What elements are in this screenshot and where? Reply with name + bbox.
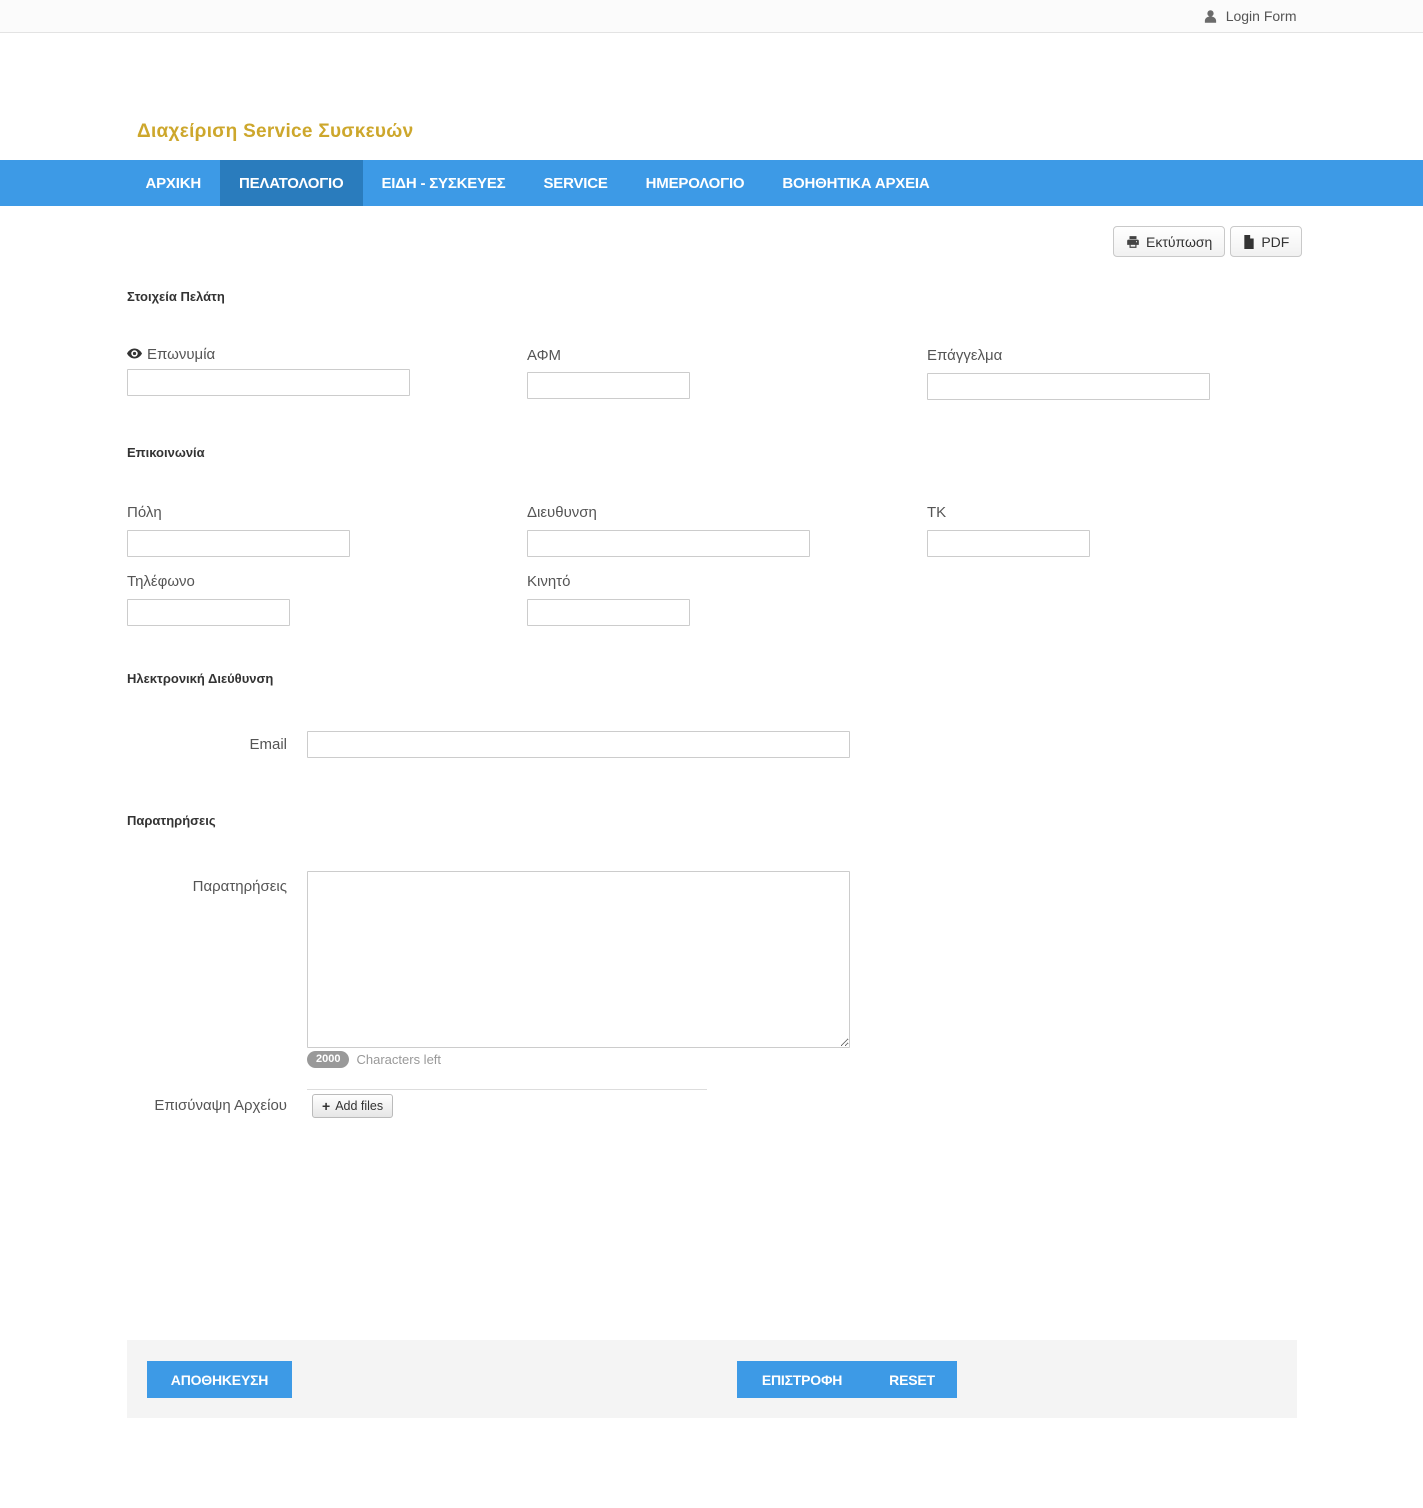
phone-label: Τηλέφωνο [127,573,195,590]
city-label: Πόλη [127,504,162,521]
company-input[interactable] [127,369,410,396]
notes-textarea[interactable] [307,871,850,1048]
phone-input[interactable] [127,599,290,626]
file-pdf-icon [1243,235,1255,249]
pdf-button[interactable]: PDF [1230,226,1302,257]
city-input[interactable] [127,530,350,557]
postal-code-label: ΤΚ [927,504,946,521]
company-label: Επωνυμία [127,346,215,363]
nav-item-devices[interactable]: ΕΙΔΗ - ΣΥΣΚΕΥΕΣ [363,160,525,206]
eye-icon [127,346,142,363]
plus-icon: + [322,1099,330,1113]
doc-buttons: Εκτύπωση PDF [1113,226,1302,257]
mobile-label: Κινητό [527,573,570,590]
nav-item-aux-files[interactable]: ΒΟΗΘΗΤΙΚΑ ΑΡΧΕΙΑ [763,160,948,206]
section-title-email: Ηλεκτρονική Διεύθυνση [127,671,273,686]
notes-label: Παρατηρήσεις [127,878,287,895]
profession-input[interactable] [927,373,1210,400]
nav-item-calendar[interactable]: ΗΜΕΡΟΛΟΓΙΟ [627,160,764,206]
mobile-input[interactable] [527,599,690,626]
address-label: Διευθυνση [527,504,597,521]
login-form-label: Login Form [1226,8,1297,24]
reset-button[interactable]: RESET [867,1361,957,1398]
address-input[interactable] [527,530,810,557]
afm-label: ΑΦΜ [527,347,561,364]
chars-left-badge: 2000 [307,1051,349,1068]
page-title: Διαχείριση Service Συσκευών [137,121,414,143]
chars-left-text: Characters left [356,1052,441,1067]
postal-code-input[interactable] [927,530,1090,557]
attachment-label: Επισύναψη Αρχείου [127,1097,287,1114]
nav-item-service[interactable]: SERVICE [524,160,626,206]
print-button[interactable]: Εκτύπωση [1113,226,1225,257]
main-nav: ΑΡΧΙΚΗ ΠΕΛΑΤΟΛΟΓΙΟ ΕΙΔΗ - ΣΥΣΚΕΥΕΣ SERVI… [0,160,1423,206]
profession-label: Επάγγελμα [927,347,1002,364]
login-form-link[interactable]: Login Form [1203,8,1297,24]
afm-input[interactable] [527,372,690,399]
email-label: Email [127,736,287,753]
add-files-button[interactable]: + Add files [312,1094,393,1118]
nav-item-home[interactable]: ΑΡΧΙΚΗ [127,160,220,206]
email-input[interactable] [307,731,850,758]
pdf-button-label: PDF [1261,234,1289,250]
section-title-contact: Επικοινωνία [127,445,205,460]
add-files-label: Add files [335,1099,383,1113]
attachment-divider [307,1089,707,1090]
topbar: Login Form [0,0,1423,33]
print-button-label: Εκτύπωση [1146,234,1212,250]
back-button[interactable]: ΕΠΙΣΤΡΟΦΗ [737,1361,867,1398]
section-title-customer: Στοιχεία Πελάτη [127,289,225,304]
section-title-notes: Παρατηρήσεις [127,813,216,828]
user-icon [1203,9,1218,24]
save-button[interactable]: ΑΠΟΘΗΚΕΥΣΗ [147,1361,292,1398]
company-label-text: Επωνυμία [147,346,215,363]
printer-icon [1126,235,1140,249]
chars-left-row: 2000 Characters left [307,1051,441,1068]
nav-item-customers[interactable]: ΠΕΛΑΤΟΛΟΓΙΟ [220,160,363,206]
form-footer: ΑΠΟΘΗΚΕΥΣΗ ΕΠΙΣΤΡΟΦΗ RESET [127,1340,1297,1418]
